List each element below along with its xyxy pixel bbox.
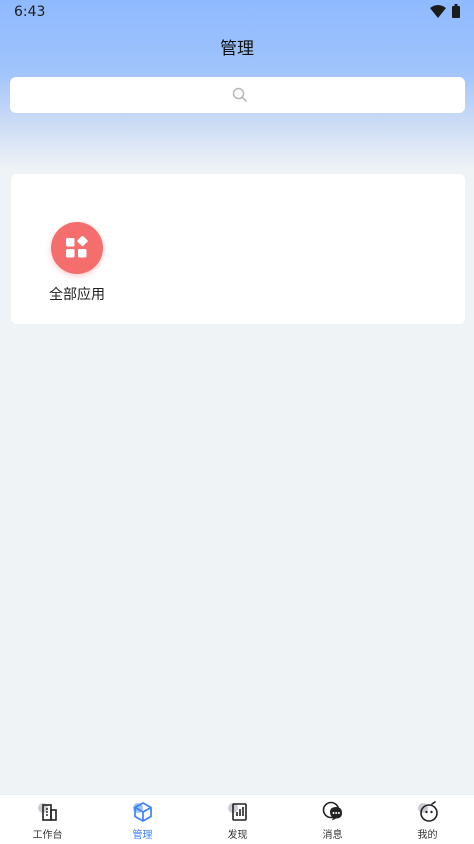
tab-workbench[interactable]: 工作台 (0, 795, 95, 844)
tab-label: 发现 (227, 830, 248, 841)
page-title: 管理 (220, 39, 254, 59)
tab-mine[interactable]: 我的 (380, 795, 474, 844)
tab-messages[interactable]: 消息 (285, 795, 380, 844)
tab-manage[interactable]: 管理 (95, 795, 190, 844)
chat-bubble-icon (322, 801, 342, 821)
tab-label: 我的 (417, 830, 438, 841)
app-label: 全部应用 (49, 287, 105, 303)
battery-icon (452, 4, 460, 18)
tab-label: 消息 (322, 830, 343, 841)
search-icon (232, 87, 247, 102)
app-tile-all-apps[interactable]: 全部应用 (41, 220, 113, 306)
apps-card: 全部应用 (11, 174, 465, 324)
status-bar: 6:43 (0, 0, 474, 24)
cube-icon (133, 802, 152, 822)
wifi-icon (430, 5, 446, 18)
document-chart-icon (228, 803, 247, 821)
status-time: 6:43 (14, 4, 46, 20)
tab-discover[interactable]: 发现 (190, 795, 285, 844)
tab-label: 工作台 (32, 830, 63, 841)
building-icon (38, 803, 57, 821)
smiley-face-icon (418, 801, 438, 822)
search-bar[interactable] (10, 77, 465, 113)
grid-apps-icon (51, 222, 103, 274)
bottom-tab-bar: 工作台 管理 发现 消息 我的 (0, 794, 474, 844)
tab-label: 管理 (132, 830, 153, 841)
